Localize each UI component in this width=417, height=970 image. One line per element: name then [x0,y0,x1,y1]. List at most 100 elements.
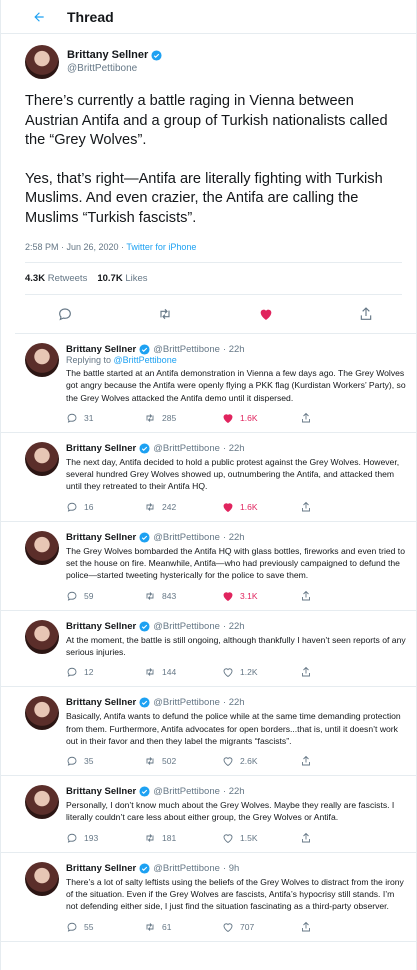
reply-tweet[interactable]: Brittany Sellner @BrittPettibone · 22h T… [1,522,416,611]
like-button[interactable]: 1.2K [222,666,300,678]
like-button[interactable]: 3.1K [222,590,300,602]
reply-author-handle[interactable]: @BrittPettibone [153,443,220,454]
retweet-icon[interactable] [153,304,177,324]
reply-body: Brittany Sellner @BrittPettibone · 22h B… [66,696,408,775]
retweet-count[interactable]: 4.3K Retweets [25,273,87,284]
reply-button[interactable]: 35 [66,755,144,767]
like-heart-icon[interactable] [254,304,278,324]
retweet-count: 181 [162,832,177,843]
retweet-icon [146,922,154,931]
reply-tweet[interactable]: Brittany Sellner @BrittPettibone · 22h P… [1,776,416,853]
reply-author-name[interactable]: Brittany Sellner [66,621,136,632]
avatar[interactable] [25,530,59,565]
share-button[interactable] [300,590,378,602]
reply-author-handle[interactable]: @BrittPettibone [153,532,220,543]
retweet-button[interactable]: 843 [144,590,222,602]
retweet-count: 242 [162,501,177,512]
avatar[interactable] [25,619,59,654]
verified-badge-icon [139,786,150,797]
reply-author-handle[interactable]: @BrittPettibone [153,344,220,355]
avatar[interactable] [25,45,59,79]
reply-age[interactable]: · 22h [223,697,245,708]
avatar[interactable] [25,861,59,896]
reply-age[interactable]: · 22h [223,344,245,355]
reply-author-name[interactable]: Brittany Sellner [66,786,136,797]
reply-button[interactable]: 16 [66,501,144,513]
reply-age[interactable]: · 22h [223,786,245,797]
share-button[interactable] [300,412,378,424]
reply-tweet[interactable]: Brittany Sellner @BrittPettibone · 22h T… [1,433,416,522]
retweet-button[interactable]: 285 [144,412,222,424]
like-button[interactable]: 2.6K [222,755,300,767]
replying-to: Replying to @BrittPettibone [66,355,408,365]
like-button[interactable]: 1.6K [222,412,300,424]
reply-author-handle[interactable]: @BrittPettibone [153,621,220,632]
replying-to-link[interactable]: @BrittPettibone [114,355,177,365]
retweet-button[interactable]: 61 [144,921,222,933]
back-arrow-icon[interactable] [29,7,49,27]
like-count[interactable]: 10.7K Likes [97,273,147,284]
reply-author-name[interactable]: Brittany Sellner [66,344,136,355]
verified-badge-icon [139,344,150,355]
reply-age[interactable]: · 22h [223,532,245,543]
retweet-button[interactable]: 242 [144,501,222,513]
reply-actions: 55 61 707 [66,913,408,941]
retweet-icon [146,502,154,511]
reply-body: Brittany Sellner @BrittPettibone · 22h T… [66,442,408,521]
avatar[interactable] [25,785,59,820]
avatar[interactable] [25,696,59,731]
reply-author-name[interactable]: Brittany Sellner [66,532,136,543]
reply-button[interactable]: 31 [66,412,144,424]
like-button[interactable]: 1.5K [222,832,300,844]
reply-header: Brittany Sellner @BrittPettibone · 22h [66,532,408,543]
share-button[interactable] [300,501,378,513]
author-name[interactable]: Brittany Sellner [67,48,148,62]
reply-author-name[interactable]: Brittany Sellner [66,863,136,874]
reply-tweet[interactable]: Brittany Sellner @BrittPettibone · 22h A… [1,611,416,688]
reply-author-name[interactable]: Brittany Sellner [66,697,136,708]
retweet-button[interactable]: 144 [144,666,222,678]
share-button[interactable] [300,666,378,678]
reply-icon[interactable] [53,304,77,324]
share-button[interactable] [300,755,378,767]
verified-badge-icon [139,697,150,708]
tweet-time[interactable]: 2:58 PM · Jun 26, 2020 · [25,242,126,252]
reply-author-handle[interactable]: @BrittPettibone [153,697,220,708]
reply-button[interactable]: 59 [66,590,144,602]
avatar[interactable] [25,343,59,377]
share-button[interactable] [300,832,378,844]
main-tweet-paragraph: Yes, that’s right—Antifa are literally f… [25,170,383,226]
share-icon[interactable] [354,304,378,324]
share-button[interactable] [300,921,378,933]
share-icon [302,501,310,512]
author-handle[interactable]: @BrittPettibone [67,62,162,76]
retweet-button[interactable]: 502 [144,755,222,767]
reply-list: Brittany Sellner @BrittPettibone · 22h R… [1,334,416,942]
like-button[interactable]: 1.6K [222,501,300,513]
reply-tweet[interactable]: Brittany Sellner @BrittPettibone · 9h Th… [1,853,416,942]
reply-age[interactable]: · 22h [223,443,245,454]
retweet-count-label: Retweets [47,273,88,284]
reply-author-handle[interactable]: @BrittPettibone [153,786,220,797]
reply-age[interactable]: · 22h [223,621,245,632]
reply-button[interactable]: 12 [66,666,144,678]
retweet-count: 843 [162,590,177,601]
main-tweet-actions [15,295,416,334]
reply-icon [67,756,77,766]
avatar[interactable] [25,441,59,476]
reply-button[interactable]: 193 [66,832,144,844]
like-heart-icon [223,503,233,512]
reply-author-handle[interactable]: @BrittPettibone [153,863,220,874]
reply-actions: 193 181 1.5K [66,824,408,852]
reply-tweet[interactable]: Brittany Sellner @BrittPettibone · 22h R… [1,334,416,433]
reply-tweet[interactable]: Brittany Sellner @BrittPettibone · 22h B… [1,687,416,777]
main-tweet-author[interactable]: Brittany Sellner @BrittPettibone [25,42,402,82]
retweet-button[interactable]: 181 [144,832,222,844]
like-button[interactable]: 707 [222,921,300,933]
reply-button[interactable]: 55 [66,921,144,933]
reply-text: The next day, Antifa decided to hold a p… [66,456,400,492]
retweet-icon [146,833,154,842]
reply-author-name[interactable]: Brittany Sellner [66,443,136,454]
tweet-source-link[interactable]: Twitter for iPhone [126,242,196,252]
reply-age[interactable]: · 9h [223,863,239,874]
